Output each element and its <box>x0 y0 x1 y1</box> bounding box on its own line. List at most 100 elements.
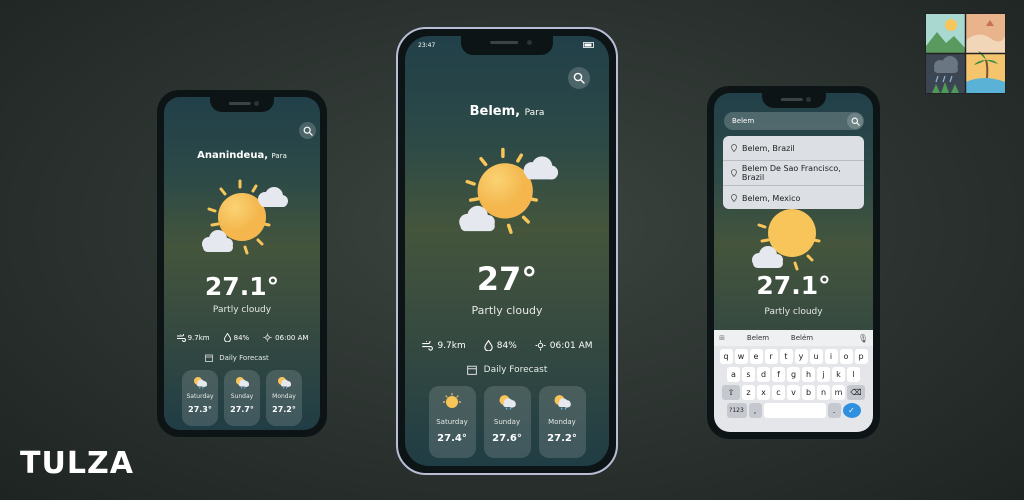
key[interactable]: p <box>854 349 868 364</box>
key[interactable]: m <box>832 385 845 400</box>
search-icon <box>573 72 585 84</box>
sun-icon <box>263 333 272 342</box>
temperature: 27° <box>476 260 538 298</box>
condition: Partly cloudy <box>471 304 543 317</box>
key[interactable]: r <box>764 349 778 364</box>
condition: Partly cloudy <box>212 305 272 315</box>
city-name: Belem, Para <box>469 104 545 119</box>
stats-row: 9.7km 84% 06:00 AM <box>164 333 320 342</box>
key[interactable]: g <box>787 367 800 382</box>
right-phone-screen: Belem, Brazil Belem De Sao Francisco, Br… <box>714 93 873 432</box>
city-name: Ananindeua, Para <box>197 150 287 161</box>
period-key[interactable]: . <box>827 403 841 418</box>
enter-key[interactable]: ✓ <box>842 403 861 418</box>
key[interactable]: h <box>802 367 815 382</box>
key[interactable]: f <box>772 367 785 382</box>
condition: Partly cloudy <box>764 307 823 317</box>
humidity-stat: 84% <box>484 340 517 351</box>
temperature: 27.1° <box>756 271 831 300</box>
key[interactable]: w <box>734 349 748 364</box>
forecast-cards: Saturday 27.3° Sunday 27.7° Monday 27.2° <box>164 370 320 426</box>
search-button[interactable] <box>847 113 863 129</box>
key[interactable]: b <box>802 385 815 400</box>
rain-cloud-icon <box>236 377 249 389</box>
battery-icon <box>583 42 594 48</box>
status-icons <box>583 42 595 50</box>
key[interactable]: t <box>779 349 793 364</box>
left-phone: Ananindeua, Para 27.1° Partly cloudy 9.7… <box>157 90 327 437</box>
search-button[interactable] <box>299 122 316 139</box>
key[interactable]: n <box>817 385 830 400</box>
brand-logo: TULZA <box>20 446 134 481</box>
keyboard-row-4: ?123 , . ✓ <box>714 403 873 418</box>
search-icon <box>851 117 860 126</box>
key[interactable]: i <box>824 349 838 364</box>
backspace-key[interactable]: ⌫ <box>847 385 865 400</box>
key[interactable]: d <box>757 367 770 382</box>
wind-stat: 9.7km <box>421 340 466 351</box>
forecast-card: Monday 27.2° <box>538 386 586 458</box>
droplet-icon <box>223 333 231 342</box>
key[interactable]: y <box>794 349 808 364</box>
status-time: 23:47 <box>418 42 436 49</box>
suggestion-dropdown: Belem, Brazil Belem De Sao Francisco, Br… <box>723 136 864 209</box>
sun-icon <box>535 340 546 351</box>
left-phone-screen: Ananindeua, Para 27.1° Partly cloudy 9.7… <box>164 97 320 430</box>
keyboard-row-3: ⇧ z x c v b n m ⌫ <box>714 385 873 400</box>
center-phone-screen: 23:47 Belem, Para 27° Partly cloudy 9.7k… <box>405 36 609 466</box>
rain-cloud-icon <box>278 377 291 389</box>
calendar-icon <box>466 365 477 375</box>
notch <box>461 36 553 55</box>
search-button[interactable] <box>568 67 590 89</box>
wind-stat: 9.7km <box>176 333 210 342</box>
sunrise-stat: 06:01 AM <box>535 340 593 351</box>
rain-cloud-icon <box>499 395 516 410</box>
forecast-card: Sunday 27.7° <box>224 370 260 426</box>
key[interactable]: q <box>719 349 733 364</box>
forecast-card: Monday 27.2° <box>266 370 302 426</box>
search-icon <box>303 126 313 136</box>
key[interactable]: u <box>809 349 823 364</box>
microphone-icon[interactable]: 🎙 <box>858 334 868 343</box>
rain-cloud-icon <box>194 377 207 389</box>
symbols-key[interactable]: ?123 <box>726 403 747 418</box>
notch <box>210 97 274 112</box>
search-input[interactable] <box>732 115 832 127</box>
forecast-title: Daily Forecast <box>405 365 609 375</box>
key[interactable]: s <box>742 367 755 382</box>
space-key[interactable] <box>763 403 826 418</box>
key[interactable]: k <box>832 367 845 382</box>
key[interactable]: a <box>727 367 740 382</box>
suggestion-item[interactable]: Belem De Sao Francisco, Brazil <box>723 161 864 186</box>
wind-icon <box>176 333 186 342</box>
wind-icon <box>422 340 434 351</box>
location-pin-icon <box>731 169 737 177</box>
key[interactable]: v <box>787 385 800 400</box>
shift-key[interactable]: ⇧ <box>722 385 740 400</box>
forecast-card: Sunday 27.6° <box>483 386 531 458</box>
forecast-cards: Saturday 27.4° Sunday 27.6° Monday 27.2° <box>405 386 609 458</box>
key[interactable]: l <box>847 367 860 382</box>
search-bar[interactable] <box>724 112 864 130</box>
comma-key[interactable]: , <box>748 403 762 418</box>
key[interactable]: e <box>749 349 763 364</box>
sunrise-stat: 06:00 AM <box>263 333 308 342</box>
key[interactable]: x <box>757 385 770 400</box>
forecast-card: Saturday 27.4° <box>428 386 476 458</box>
humidity-stat: 84% <box>223 333 249 342</box>
keyboard-suggestion[interactable]: Belém <box>782 334 822 342</box>
grid-icon[interactable]: ⊞ <box>714 334 730 342</box>
keyboard-suggestion[interactable]: Belem <box>738 334 778 342</box>
calendar-icon <box>205 354 214 362</box>
key[interactable]: o <box>839 349 853 364</box>
right-phone: Belem, Brazil Belem De Sao Francisco, Br… <box>707 86 880 439</box>
key[interactable]: c <box>772 385 785 400</box>
suggestion-item[interactable]: Belem, Mexico <box>723 186 864 209</box>
center-phone: 23:47 Belem, Para 27° Partly cloudy 9.7k… <box>396 27 618 475</box>
notch <box>761 93 826 108</box>
key[interactable]: z <box>742 385 755 400</box>
forecast-card: Saturday 27.3° <box>182 370 218 426</box>
location-pin-icon <box>731 144 737 152</box>
suggestion-item[interactable]: Belem, Brazil <box>723 136 864 161</box>
key[interactable]: j <box>817 367 830 382</box>
